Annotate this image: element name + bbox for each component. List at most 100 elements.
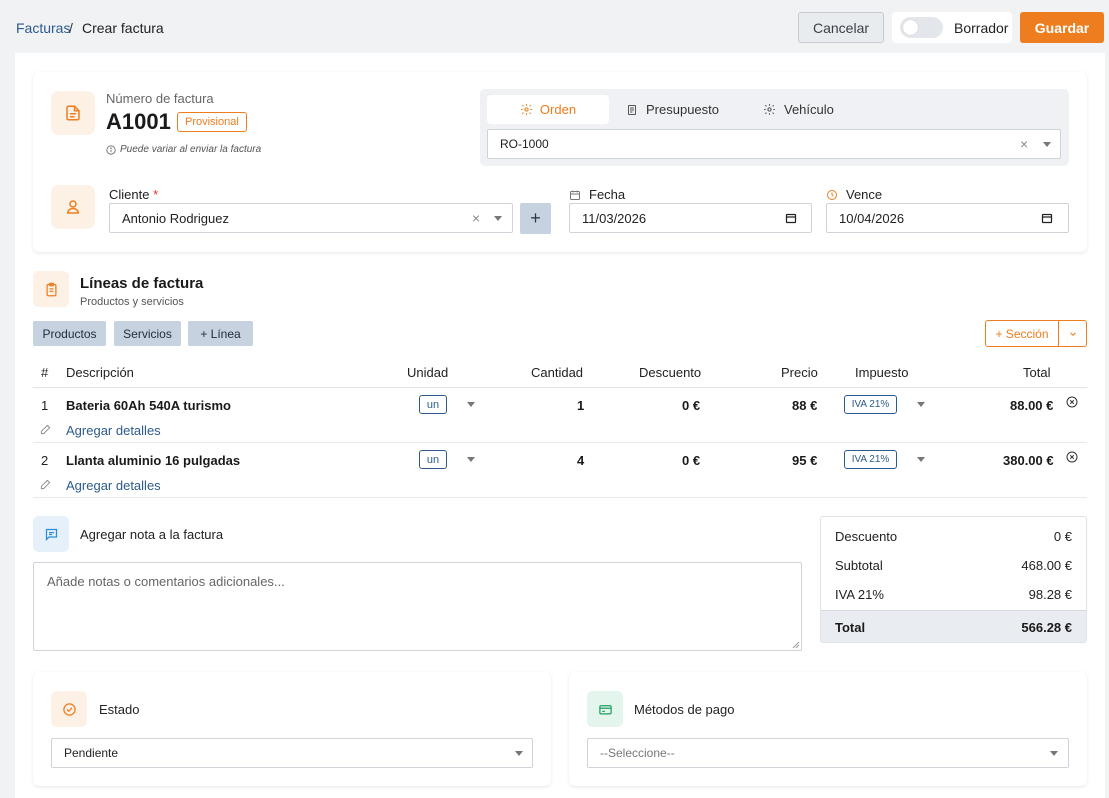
productos-button[interactable]: Productos [33, 321, 106, 346]
chevron-down-icon[interactable] [515, 751, 523, 756]
summary-discount: 0 € [1053, 529, 1072, 544]
estado-value: Pendiente [64, 746, 119, 760]
col-total: Total [1023, 365, 1051, 380]
summary-iva-label: IVA 21% [835, 587, 884, 602]
clear-icon[interactable]: × [1020, 136, 1028, 152]
row-total: 380.00 € [1003, 453, 1054, 468]
chevron-down-icon[interactable] [1043, 142, 1051, 147]
summary-total: 566.28 € [1021, 620, 1072, 635]
vence-value: 10/04/2026 [839, 210, 905, 226]
reference-select[interactable]: RO-1000 [487, 129, 1061, 159]
fecha-value: 11/03/2026 [582, 210, 647, 226]
chevron-down-icon[interactable] [494, 216, 502, 221]
row-unit[interactable]: un [419, 450, 447, 469]
invoice-note-text: Puede variar al enviar la factura [120, 144, 262, 155]
vence-label-text: Vence [846, 187, 883, 202]
calendar-icon [570, 190, 580, 200]
customer-icon-box [51, 185, 95, 229]
invoice-note: Puede variar al enviar la factura [106, 144, 261, 155]
add-details-link[interactable]: Agregar detalles [66, 423, 161, 438]
invoice-icon-box [51, 91, 95, 135]
chevron-down-icon[interactable] [1050, 751, 1058, 756]
chevron-down-icon[interactable] [467, 402, 475, 407]
lines-icon-box [33, 271, 69, 307]
row-num: 1 [41, 398, 49, 413]
col-impuesto: Impuesto [855, 365, 909, 380]
document-icon [66, 105, 80, 121]
fecha-label-text: Fecha [589, 187, 626, 202]
row-tax[interactable]: IVA 21% [844, 450, 897, 469]
col-precio: Precio [781, 365, 818, 380]
vence-input[interactable]: 10/04/2026 [826, 203, 1069, 233]
table-row [33, 388, 1087, 443]
summary-subtotal-label: Subtotal [835, 558, 883, 573]
tab-presupuesto[interactable]: Presupuesto [626, 95, 726, 124]
row-price[interactable]: 88 € [792, 398, 817, 413]
chat-icon [45, 528, 57, 541]
calendar-icon[interactable] [785, 212, 797, 224]
summary-discount-label: Descuento [835, 529, 898, 544]
chevron-down-icon[interactable] [917, 457, 925, 462]
row-unit[interactable]: un [419, 395, 447, 414]
save-button[interactable]: Guardar [1020, 12, 1104, 43]
col-unidad: Unidad [407, 365, 449, 380]
add-details-link[interactable]: Agregar detalles [66, 478, 161, 493]
row-num: 2 [41, 453, 49, 468]
row-tax[interactable]: IVA 21% [844, 395, 897, 414]
row-discount[interactable]: 0 € [682, 398, 700, 413]
estado-icon-box [51, 691, 87, 727]
remove-row-icon[interactable] [1066, 451, 1078, 463]
customer-label-text: Cliente [109, 187, 150, 202]
tab-vehiculo-label: Vehículo [784, 102, 834, 117]
clock-icon [827, 189, 837, 200]
row-description[interactable]: Llanta aluminio 16 pulgadas [66, 453, 240, 468]
customer-label: Cliente * [109, 187, 158, 202]
breadcrumb-facturas-link[interactable]: Facturas [16, 20, 70, 36]
add-customer-button[interactable]: + [520, 203, 551, 234]
lines-subtitle: Productos y servicios [80, 296, 184, 308]
clear-icon[interactable]: × [472, 210, 480, 226]
add-line-button[interactable]: + Línea [188, 321, 253, 346]
remove-row-icon[interactable] [1066, 396, 1078, 408]
customer-select[interactable]: Antonio Rodriguez [109, 203, 513, 233]
resize-handle-icon[interactable] [792, 641, 800, 649]
lines-title: Líneas de factura [80, 275, 204, 292]
calendar-icon[interactable] [1041, 212, 1053, 224]
payment-title: Métodos de pago [634, 702, 735, 717]
row-quantity[interactable]: 1 [577, 398, 584, 413]
row-discount[interactable]: 0 € [682, 453, 700, 468]
add-section-button[interactable]: + Sección [985, 320, 1059, 347]
required-mark: * [153, 187, 159, 202]
breadcrumb-separator: / [69, 20, 73, 36]
draft-toggle-knob [903, 20, 918, 35]
estado-title: Estado [99, 702, 140, 717]
summary-iva: 98.28 € [1028, 587, 1072, 602]
check-circle-icon [62, 702, 76, 716]
row-price[interactable]: 95 € [792, 453, 817, 468]
row-total: 88.00 € [1010, 398, 1054, 413]
info-icon [106, 144, 116, 155]
note-textarea[interactable]: Añade notas o comentarios adicionales... [33, 562, 802, 651]
page-title: Crear factura [82, 20, 164, 36]
user-icon [66, 200, 80, 214]
fecha-input[interactable]: 11/03/2026 [569, 203, 812, 233]
cancel-button[interactable]: Cancelar [798, 12, 884, 43]
tab-vehiculo[interactable]: Vehículo [763, 95, 863, 124]
estado-select[interactable]: Pendiente [51, 738, 533, 768]
chevron-down-icon [1069, 331, 1076, 336]
estado-card [33, 672, 551, 786]
tab-orden[interactable]: Orden [487, 95, 609, 124]
row-quantity[interactable]: 4 [577, 453, 584, 468]
table-row [33, 443, 1087, 498]
section-dropdown-button[interactable] [1058, 320, 1087, 347]
gear-icon [764, 104, 775, 115]
provisional-badge: Provisional [177, 112, 247, 132]
note-placeholder: Añade notas o comentarios adicionales... [47, 574, 285, 589]
gear-icon [521, 104, 532, 115]
col-descuento: Descuento [639, 365, 702, 380]
payment-select[interactable]: --Seleccione-- [587, 738, 1069, 768]
row-description[interactable]: Bateria 60Ah 540A turismo [66, 398, 231, 413]
chevron-down-icon[interactable] [917, 402, 925, 407]
chevron-down-icon[interactable] [467, 457, 475, 462]
servicios-button[interactable]: Servicios [114, 321, 181, 346]
